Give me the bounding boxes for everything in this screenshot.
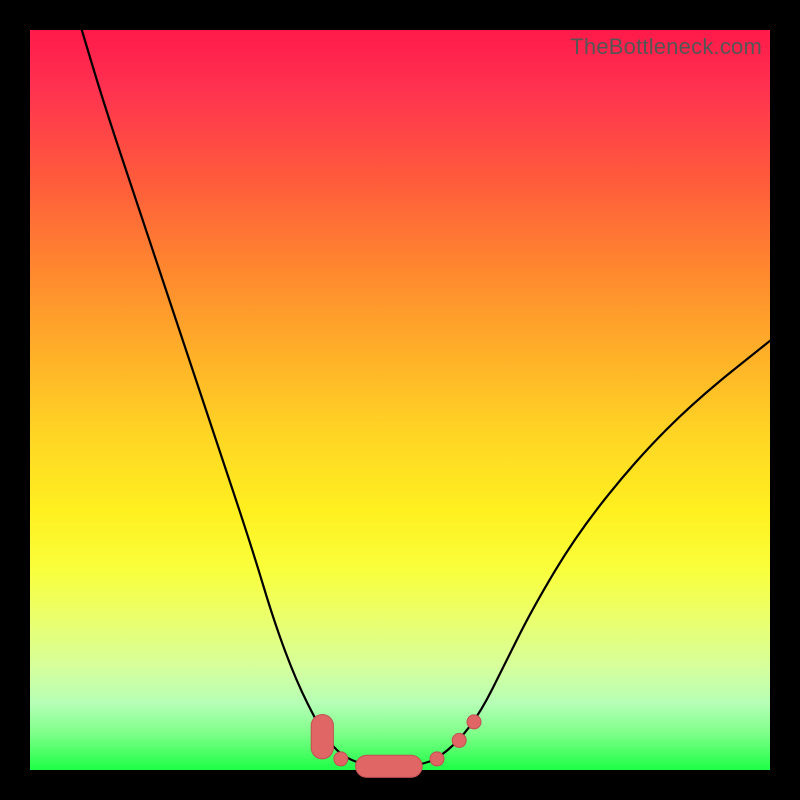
- curve-marker-dot: [430, 752, 444, 766]
- curve-marker-dot: [467, 715, 481, 729]
- chart-frame: TheBottleneck.com: [30, 30, 770, 770]
- curve-marker-pill: [311, 715, 333, 759]
- bottleneck-curve: [82, 30, 770, 767]
- curve-markers: [311, 715, 481, 778]
- bottleneck-curve-svg: [30, 30, 770, 770]
- watermark-text: TheBottleneck.com: [570, 34, 762, 60]
- curve-marker-dot: [334, 752, 348, 766]
- curve-marker-pill: [356, 755, 423, 777]
- curve-marker-dot: [452, 733, 466, 747]
